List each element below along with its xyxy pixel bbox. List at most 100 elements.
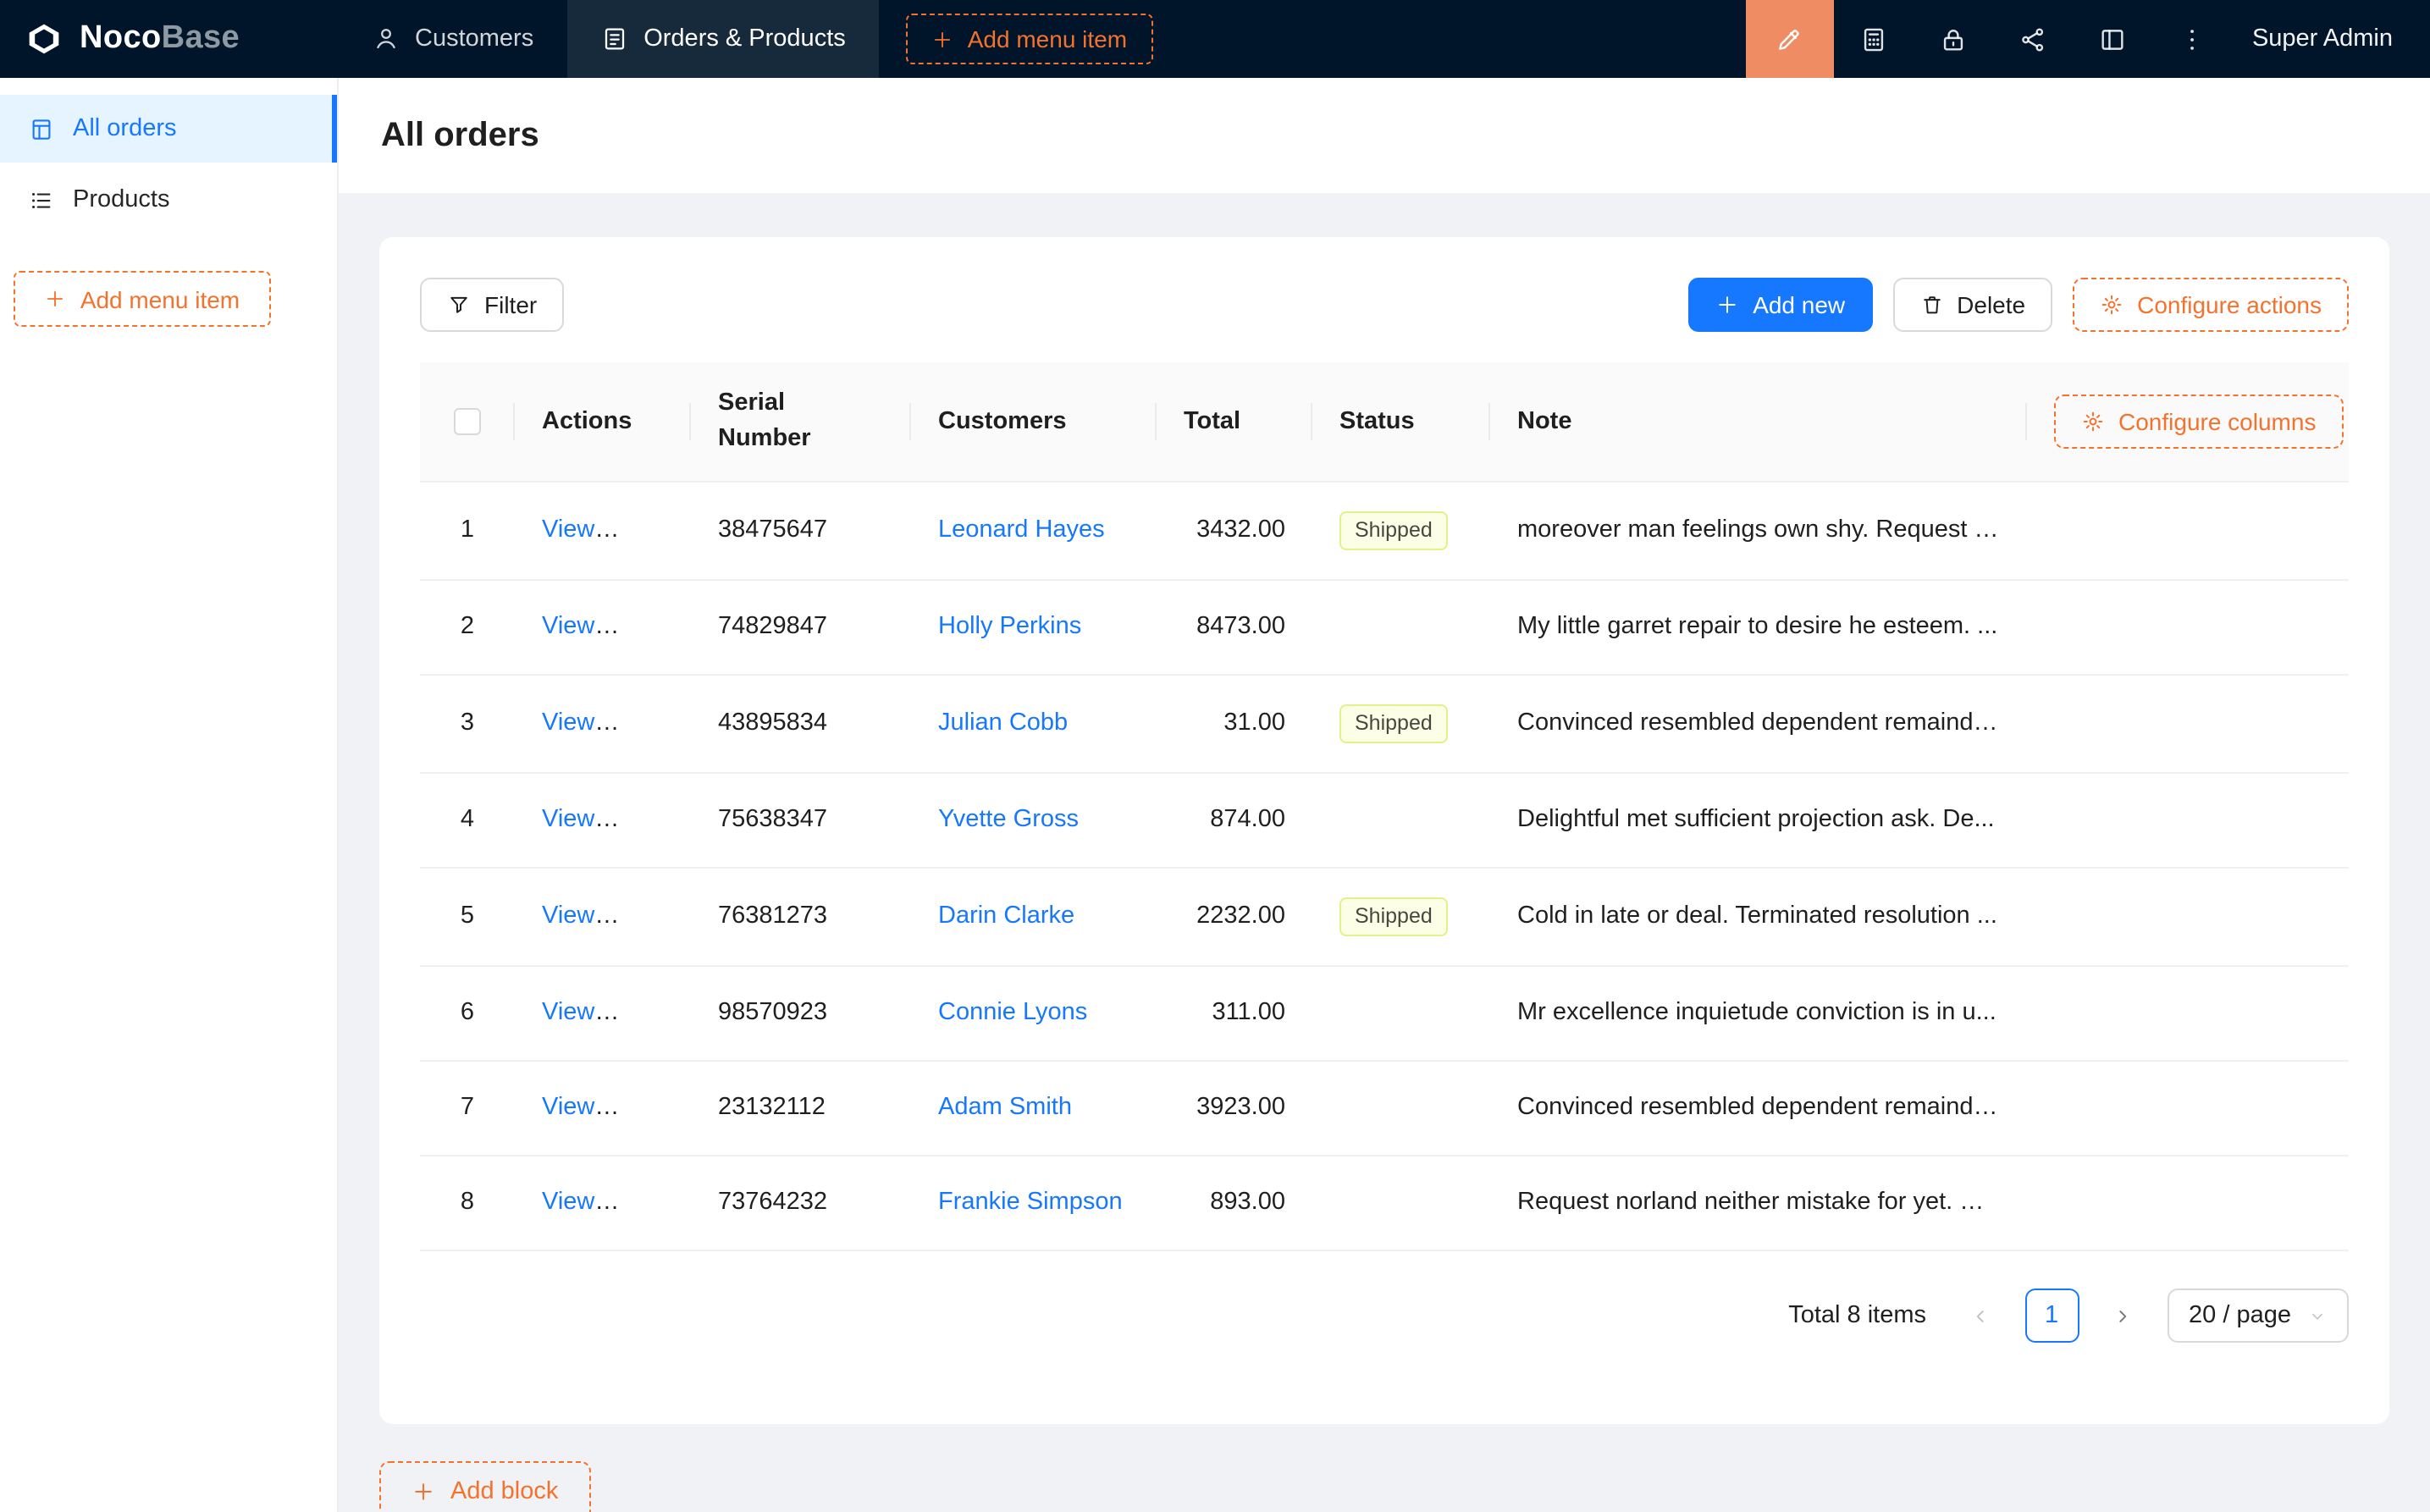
main-area: All orders Filter — [339, 78, 2430, 1512]
column-header-customers: Customers — [911, 362, 1157, 482]
sidebar-item-products[interactable]: Products — [0, 166, 337, 234]
edit-link[interactable]: Edit — [627, 613, 669, 640]
top-nav: Customers Orders & Products Add menu ite… — [339, 0, 1152, 78]
add-block-label: Add block — [450, 1478, 558, 1505]
note-cell: Delightful met sufficient projection ask… — [1490, 773, 2027, 868]
note-cell: My little garret repair to desire he est… — [1490, 580, 2027, 675]
page-title: All orders — [381, 116, 539, 155]
view-link[interactable]: View — [542, 613, 619, 640]
pagination: Total 8 items 1 20 / page — [420, 1289, 2349, 1343]
page-size-value: 20 / page — [2189, 1302, 2291, 1329]
edit-link[interactable]: Edit — [627, 806, 669, 833]
edit-link[interactable]: Edit — [627, 999, 669, 1026]
view-link[interactable]: View — [542, 709, 619, 737]
serial-cell: 75638347 — [691, 773, 911, 868]
api-icon — [2019, 25, 2047, 53]
customer-link[interactable]: Darin Clarke — [938, 902, 1074, 930]
orders-icon — [29, 116, 54, 141]
edit-link[interactable]: Edit — [627, 1094, 669, 1121]
page-size-select[interactable]: 20 / page — [2167, 1289, 2349, 1343]
toolbar-right: Add new Delete — [1688, 278, 2349, 332]
column-header-serial-number: Serial Number — [691, 362, 911, 482]
filter-button[interactable]: Filter — [420, 278, 564, 332]
row-index: 6 — [420, 966, 515, 1061]
total-cell: 3923.00 — [1157, 1061, 1312, 1156]
layout-button[interactable] — [2073, 0, 2152, 78]
note-cell: moreover man feelings own shy. Request n… — [1490, 482, 2027, 580]
calculator-button[interactable] — [1834, 0, 1914, 78]
sidebar: All orders Products Add menu item — [0, 78, 339, 1512]
lock-icon — [1939, 25, 1968, 53]
table-row: 1 ViewEdit 38475647 Leonard Hayes 3432.0… — [420, 482, 2349, 580]
lock-button[interactable] — [1914, 0, 1993, 78]
total-cell: 8473.00 — [1157, 580, 1312, 675]
edit-link[interactable]: Edit — [627, 902, 669, 930]
table-row: 4 ViewEdit 75638347 Yvette Gross 874.00 … — [420, 773, 2349, 868]
customer-link[interactable]: Yvette Gross — [938, 806, 1079, 833]
chevron-left-icon — [1969, 1305, 1991, 1327]
total-cell: 31.00 — [1157, 675, 1312, 773]
highlighter-icon — [1776, 25, 1804, 53]
logo[interactable]: NocoBase — [0, 0, 339, 78]
ui-editor-button[interactable] — [1746, 0, 1834, 78]
edit-link[interactable]: Edit — [627, 709, 669, 737]
sidebar-item-all-orders-label: All orders — [73, 115, 177, 142]
delete-button[interactable]: Delete — [1892, 278, 2052, 332]
nav-customers[interactable]: Customers — [339, 0, 567, 78]
row-index: 4 — [420, 773, 515, 868]
view-link[interactable]: View — [542, 902, 619, 930]
configure-columns-button[interactable]: Configure columns — [2054, 395, 2343, 449]
serial-cell: 98570923 — [691, 966, 911, 1061]
edit-link[interactable]: Edit — [627, 516, 669, 544]
table-row: 3 ViewEdit 43895834 Julian Cobb 31.00 Sh… — [420, 675, 2349, 773]
add-new-button[interactable]: Add new — [1688, 278, 1872, 332]
customer-link[interactable]: Adam Smith — [938, 1094, 1072, 1121]
customer-link[interactable]: Holly Perkins — [938, 613, 1081, 640]
customer-link[interactable]: Connie Lyons — [938, 999, 1087, 1026]
filter-icon — [447, 293, 471, 317]
view-link[interactable]: View — [542, 806, 619, 833]
more-button[interactable] — [2152, 0, 2232, 78]
table-header-row: Actions Serial Number Customers Total St… — [420, 362, 2349, 482]
table-row: 5 ViewEdit 76381273 Darin Clarke 2232.00… — [420, 868, 2349, 966]
sidebar-item-all-orders[interactable]: All orders — [0, 95, 337, 163]
customer-link[interactable]: Frankie Simpson — [938, 1189, 1123, 1216]
select-all-checkbox[interactable] — [454, 408, 481, 435]
column-header-status: Status — [1312, 362, 1490, 482]
plus-icon — [411, 1480, 435, 1504]
next-page-button[interactable] — [2096, 1289, 2150, 1343]
customer-link[interactable]: Julian Cobb — [938, 709, 1068, 737]
logo-text-noco: Noco — [80, 20, 162, 56]
view-link[interactable]: View — [542, 1094, 619, 1121]
configure-actions-button[interactable]: Configure actions — [2073, 278, 2349, 332]
note-cell: Cold in late or deal. Terminated resolut… — [1490, 868, 2027, 966]
sidebar-add-menu-item-button[interactable]: Add menu item — [14, 271, 271, 327]
user-menu[interactable]: Super Admin — [2232, 0, 2430, 78]
edit-link[interactable]: Edit — [627, 1189, 669, 1216]
previous-page-button[interactable] — [1953, 1289, 2008, 1343]
top-bar: NocoBase Customers Orders & Products Add… — [0, 0, 2430, 78]
total-cell: 2232.00 — [1157, 868, 1312, 966]
customer-link[interactable]: Leonard Hayes — [938, 516, 1105, 544]
serial-cell: 43895834 — [691, 675, 911, 773]
top-right-actions: Super Admin — [1746, 0, 2430, 78]
page-1-button[interactable]: 1 — [2024, 1289, 2079, 1343]
sidebar-add-menu-item-label: Add menu item — [80, 285, 240, 312]
header-add-menu-item-button[interactable]: Add menu item — [907, 14, 1152, 64]
chevron-down-icon — [2308, 1306, 2327, 1325]
column-header-note: Note — [1490, 362, 2027, 482]
chevron-right-icon — [2112, 1305, 2134, 1327]
serial-cell: 23132112 — [691, 1061, 911, 1156]
nav-orders-products-label: Orders & Products — [643, 25, 846, 52]
serial-cell: 74829847 — [691, 580, 911, 675]
column-header-actions: Actions — [515, 362, 691, 482]
view-link[interactable]: View — [542, 999, 619, 1026]
gear-icon — [2100, 293, 2123, 317]
view-link[interactable]: View — [542, 516, 619, 544]
view-link[interactable]: View — [542, 1189, 619, 1216]
plus-icon — [45, 288, 67, 310]
note-cell: Mr excellence inquietude conviction is i… — [1490, 966, 2027, 1061]
api-button[interactable] — [1993, 0, 2073, 78]
nav-orders-products[interactable]: Orders & Products — [567, 0, 880, 78]
add-block-button[interactable]: Add block — [379, 1461, 590, 1512]
